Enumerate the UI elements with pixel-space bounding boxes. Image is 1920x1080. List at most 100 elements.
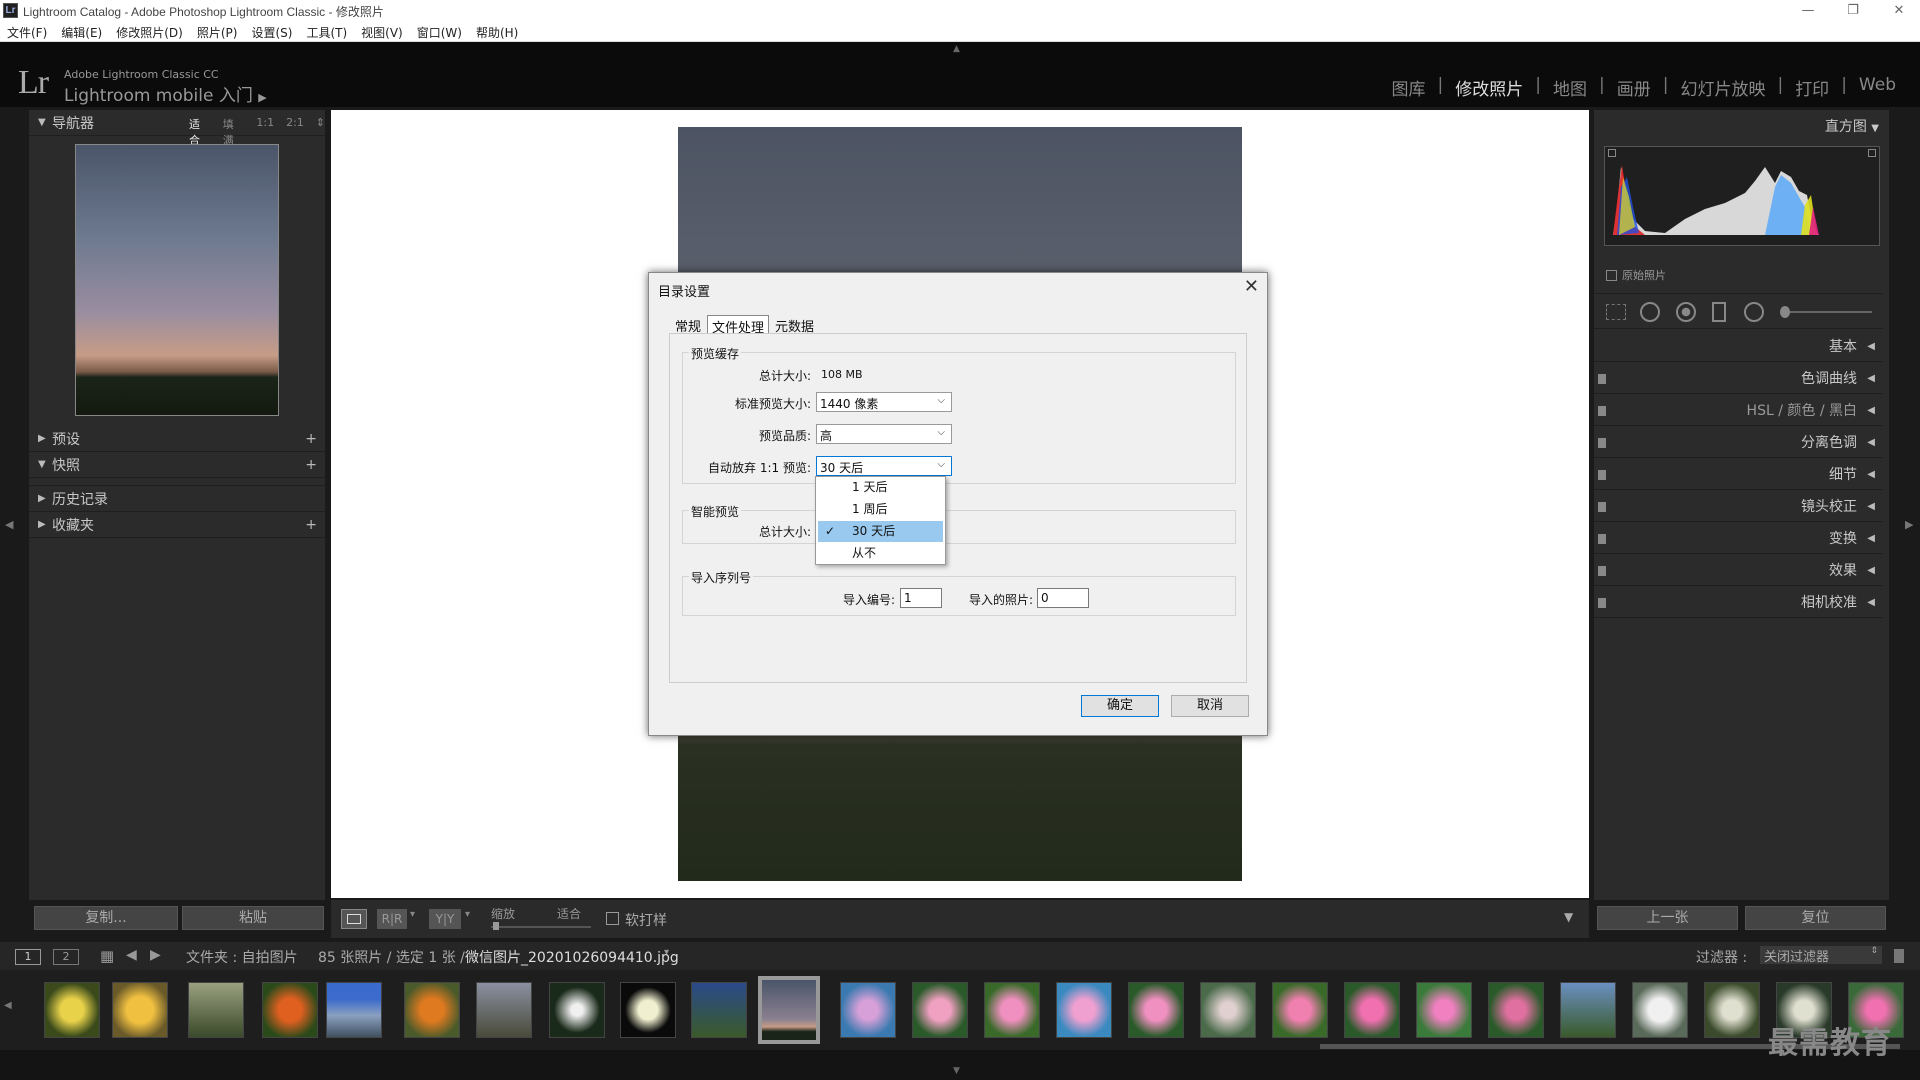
film-thumbnail[interactable] (1416, 982, 1472, 1038)
film-thumbnail-selected[interactable] (758, 976, 820, 1044)
before-after-lr-icon[interactable]: R|R (377, 909, 407, 929)
section-snapshots[interactable]: ▼ 快照 + (29, 452, 325, 478)
nav-2to1[interactable]: 2:1 (286, 116, 304, 148)
film-thumbnail[interactable] (262, 982, 318, 1038)
dialog-close-icon[interactable]: ✕ (1244, 276, 1259, 297)
film-thumbnail[interactable] (691, 982, 747, 1038)
panel-switch-icon[interactable] (1598, 406, 1606, 416)
dropdown-option-selected[interactable]: ✓ 30 天后 (818, 521, 943, 542)
film-thumbnail[interactable] (44, 982, 100, 1038)
film-thumbnail[interactable] (1632, 982, 1688, 1038)
collapse-top-icon[interactable]: ▲ (953, 44, 967, 54)
section-hsl[interactable]: HSL / 颜色 / 黑白 ◀ (1594, 396, 1883, 426)
section-history[interactable]: ▶ 历史记录 (29, 486, 325, 512)
filter-lock-icon[interactable] (1894, 949, 1904, 963)
navigator-preview[interactable] (75, 144, 279, 416)
spot-removal-icon[interactable] (1640, 302, 1660, 322)
discard-previews-select[interactable]: 30 天后 ⌵ (816, 456, 952, 476)
toolbar-menu-icon[interactable]: ▼ (1564, 910, 1573, 924)
section-effects[interactable]: 效果 ◀ (1594, 556, 1883, 586)
section-lens-corrections[interactable]: 镜头校正 ◀ (1594, 492, 1883, 522)
before-after-tb-icon[interactable]: Y|Y (429, 909, 461, 929)
current-filename[interactable]: 微信图片_20201026094410.jpg (465, 947, 679, 967)
crop-icon[interactable] (1606, 304, 1626, 320)
section-basic[interactable]: 基本 ◀ (1594, 332, 1883, 362)
import-number-field[interactable]: 1 (900, 588, 942, 608)
film-thumbnail[interactable] (1488, 982, 1544, 1038)
paste-button[interactable]: 粘贴 (182, 906, 324, 930)
section-camera-calibration[interactable]: 相机校准 ◀ (1594, 588, 1883, 618)
shadow-clip-icon[interactable] (1608, 149, 1616, 157)
menu-edit[interactable]: 编辑(E) (54, 22, 109, 41)
menu-view[interactable]: 视图(V) (354, 22, 410, 41)
menu-photo[interactable]: 照片(P) (190, 22, 245, 41)
histogram[interactable] (1604, 146, 1880, 246)
module-develop[interactable]: 修改照片 (1443, 75, 1535, 100)
ok-button[interactable]: 确定 (1081, 695, 1159, 717)
film-thumbnail[interactable] (1704, 982, 1760, 1038)
film-thumbnail[interactable] (1056, 982, 1112, 1038)
film-thumbnail[interactable] (404, 982, 460, 1038)
dropdown-option[interactable]: 从不 (818, 543, 943, 564)
close-icon[interactable]: ✕ (1884, 2, 1914, 20)
film-thumbnail[interactable] (984, 982, 1040, 1038)
add-preset-icon[interactable]: + (305, 431, 317, 447)
dropdown-option[interactable]: 1 天后 (818, 477, 943, 498)
collapse-left-icon[interactable]: ◀ (5, 518, 13, 531)
nav-zoom-stepper-icon[interactable]: ⇕ (316, 116, 325, 148)
zoom-slider[interactable] (491, 926, 591, 928)
original-photo-checkbox[interactable] (1606, 270, 1617, 281)
minimize-icon[interactable]: — (1793, 2, 1823, 20)
add-collection-icon[interactable]: + (305, 517, 317, 533)
preview-quality-select[interactable]: 高 ⌵ (816, 424, 952, 444)
film-thumbnail[interactable] (549, 982, 605, 1038)
imported-photos-field[interactable]: 0 (1037, 588, 1089, 608)
film-thumbnail[interactable] (1200, 982, 1256, 1038)
film-thumbnail[interactable] (840, 982, 896, 1038)
film-thumbnail[interactable] (326, 982, 382, 1038)
panel-switch-icon[interactable] (1598, 470, 1606, 480)
add-snapshot-icon[interactable]: + (305, 457, 317, 473)
menu-develop[interactable]: 修改照片(D) (109, 22, 190, 41)
menu-file[interactable]: 文件(F) (0, 22, 54, 41)
radial-filter-icon[interactable] (1744, 302, 1764, 322)
module-slideshow[interactable]: 幻灯片放映 (1668, 75, 1777, 100)
grid-icon[interactable]: ▦ (100, 947, 114, 965)
highlight-clip-icon[interactable] (1868, 149, 1876, 157)
cancel-button[interactable]: 取消 (1171, 695, 1249, 717)
panel-switch-icon[interactable] (1598, 438, 1606, 448)
panel-switch-icon[interactable] (1598, 534, 1606, 544)
copy-button[interactable]: 复制... (34, 906, 178, 930)
film-thumbnail[interactable] (1128, 982, 1184, 1038)
source-path[interactable]: 文件夹 : 自拍图片 (186, 947, 298, 967)
mobile-start-link[interactable]: Lightroom mobile 入门 ▶ (64, 81, 267, 106)
module-web[interactable]: Web (1847, 75, 1908, 100)
primary-window-button[interactable]: 1 (15, 949, 41, 965)
panel-switch-icon[interactable] (1598, 566, 1606, 576)
section-transform[interactable]: 变换 ◀ (1594, 524, 1883, 554)
forward-arrow-icon[interactable]: ▶ (150, 947, 161, 963)
red-eye-icon[interactable] (1676, 302, 1696, 322)
section-tone-curve[interactable]: 色调曲线 ◀ (1594, 364, 1883, 394)
brush-slider-thumb[interactable] (1780, 306, 1790, 318)
menu-tools[interactable]: 工具(T) (299, 22, 354, 41)
menu-help[interactable]: 帮助(H) (469, 22, 525, 41)
back-arrow-icon[interactable]: ◀ (126, 947, 137, 963)
chevron-down-icon[interactable]: ▾ (465, 909, 470, 920)
collapse-bottom-icon[interactable]: ▼ (953, 1066, 960, 1076)
dropdown-option[interactable]: 1 周后 (818, 499, 943, 520)
section-presets[interactable]: ▶ 预设 + (29, 426, 325, 452)
histogram-header[interactable]: 直方图 ▼ (1825, 116, 1879, 136)
panel-switch-icon[interactable] (1598, 374, 1606, 384)
filter-select[interactable]: 关闭过滤器 ⇕ (1760, 946, 1882, 965)
film-thumbnail[interactable] (912, 982, 968, 1038)
film-thumbnail[interactable] (620, 982, 676, 1038)
module-book[interactable]: 画册 (1605, 75, 1663, 100)
film-thumbnail[interactable] (112, 982, 168, 1038)
module-print[interactable]: 打印 (1783, 75, 1841, 100)
module-library[interactable]: 图库 (1380, 75, 1438, 100)
graduated-filter-icon[interactable] (1712, 302, 1726, 322)
brush-slider[interactable] (1780, 311, 1872, 313)
menu-window[interactable]: 窗口(W) (410, 22, 469, 41)
standard-preview-size-select[interactable]: 1440 像素 ⌵ (816, 392, 952, 412)
